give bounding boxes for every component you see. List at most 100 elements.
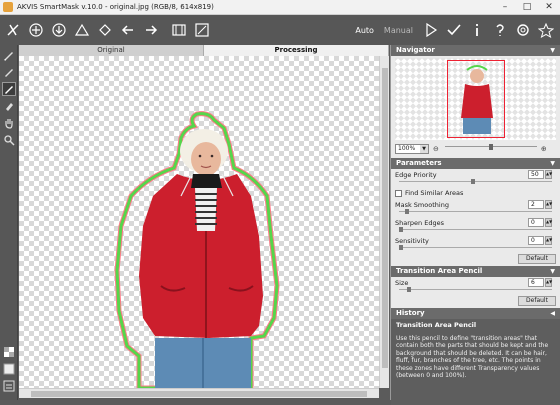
sensitivity-slider[interactable] (399, 245, 552, 252)
parameters-title: Parameters (396, 159, 442, 167)
settings-panel: Navigator ▼ 100% ▼ ⊖ ⊕ Parameters ▼ Edge… (390, 45, 560, 405)
image-canvas[interactable] (19, 56, 379, 388)
apply-button[interactable] (444, 20, 464, 40)
zoom-out-icon[interactable]: ⊖ (433, 145, 439, 153)
vertical-scrollbar[interactable] (379, 56, 389, 388)
undo-button[interactable] (118, 20, 138, 40)
size-stepper[interactable]: ▲▼ (545, 278, 552, 287)
chevron-down-icon[interactable]: ▼ (420, 145, 428, 153)
sensitivity-label: Sensitivity (395, 237, 429, 245)
mask-smoothing-stepper[interactable]: ▲▼ (545, 200, 552, 209)
mask-smoothing-slider-knob[interactable] (405, 209, 409, 214)
tab-original[interactable]: Original (19, 45, 204, 56)
auto-mode-tab[interactable]: Auto (355, 26, 374, 35)
background-button[interactable] (72, 20, 92, 40)
help-text: Use this pencil to define "transition ar… (396, 334, 549, 380)
zoom-slider-knob[interactable] (488, 144, 493, 150)
sensitivity-slider-knob[interactable] (399, 245, 403, 250)
gear-icon[interactable] (513, 20, 533, 40)
transition-pencil-header[interactable]: Transition Area Pencil ▼ (391, 266, 560, 277)
help-title: Transition Area Pencil (396, 321, 477, 329)
sharpen-edges-row: Sharpen Edges 0 ▲▼ (391, 217, 560, 229)
window-title: AKVIS SmartMask v.10.0 - original.jpg (R… (17, 3, 214, 11)
star-icon[interactable] (536, 20, 556, 40)
find-similar-row: Find Similar Areas (391, 187, 560, 199)
zoom-in-icon[interactable]: ⊕ (541, 145, 547, 153)
transition-pencil-title: Transition Area Pencil (396, 267, 483, 275)
sensitivity-input[interactable]: 0 (528, 236, 544, 245)
edge-priority-slider[interactable] (399, 179, 552, 186)
help-panel: Transition Area Pencil Use this pencil t… (391, 319, 560, 405)
keep-pencil-icon[interactable] (2, 48, 16, 62)
run-button[interactable] (421, 20, 441, 40)
sensitivity-stepper[interactable]: ▲▼ (545, 236, 552, 245)
close-button[interactable]: ✕ (538, 0, 560, 15)
size-slider[interactable] (399, 287, 552, 294)
view-tabs: Original Processing (19, 45, 389, 56)
zoom-value: 100% (398, 145, 416, 152)
zoom-icon[interactable] (2, 133, 16, 147)
navigator-view-frame[interactable] (447, 60, 505, 138)
collapse-arrow-icon[interactable]: ◀ (550, 308, 555, 319)
white-background-icon[interactable] (2, 362, 16, 376)
edge-priority-input[interactable]: 50 (528, 170, 544, 179)
sharpen-edges-stepper[interactable]: ▲▼ (545, 218, 552, 227)
size-slider-knob[interactable] (407, 287, 411, 292)
hand-icon[interactable] (2, 116, 16, 130)
tab-processing[interactable]: Processing (204, 45, 389, 56)
share-button[interactable] (95, 20, 115, 40)
vertical-scroll-thumb[interactable] (382, 68, 388, 368)
info-icon[interactable] (467, 20, 487, 40)
minimize-button[interactable]: – (494, 0, 516, 15)
size-row: Size 6 ▲▼ (391, 277, 560, 289)
mask-smoothing-row: Mask Smoothing 2 ▲▼ (391, 199, 560, 211)
edge-priority-slider-knob[interactable] (471, 179, 475, 184)
sharpen-edges-label: Sharpen Edges (395, 219, 444, 227)
zoom-slider[interactable] (444, 144, 537, 152)
horizontal-scrollbar[interactable] (19, 388, 379, 398)
edge-priority-label: Edge Priority (395, 171, 437, 179)
size-input[interactable]: 6 (528, 278, 544, 287)
edge-priority-row: Edge Priority 50 ▲▼ (391, 169, 560, 181)
mask-smoothing-slider[interactable] (399, 209, 552, 216)
edge-priority-stepper[interactable]: ▲▼ (545, 170, 552, 179)
main-toolbar: Auto Manual (0, 15, 560, 45)
size-label: Size (395, 279, 409, 287)
collapse-arrow-icon[interactable]: ▼ (550, 266, 555, 277)
transition-pencil-icon[interactable] (2, 82, 16, 96)
sharpen-edges-slider-knob[interactable] (399, 227, 403, 232)
zoom-row: 100% ▼ ⊖ ⊕ (391, 142, 560, 156)
parameters-header[interactable]: Parameters ▼ (391, 158, 560, 169)
parameters-default-button[interactable]: Default (518, 254, 556, 264)
maximize-button[interactable]: □ (516, 0, 538, 15)
redo-button[interactable] (141, 20, 161, 40)
title-bar: AKVIS SmartMask v.10.0 - original.jpg (R… (0, 0, 560, 15)
save-image-button[interactable] (49, 20, 69, 40)
help-icon[interactable] (490, 20, 510, 40)
frame-icon[interactable] (192, 20, 212, 40)
navigator-preview[interactable] (395, 58, 556, 140)
manual-mode-tab[interactable]: Manual (384, 26, 413, 35)
horizontal-scroll-thumb[interactable] (31, 391, 367, 397)
history-title: History (396, 309, 425, 317)
swap-view-icon[interactable] (2, 379, 16, 393)
sharpen-edges-slider[interactable] (399, 227, 552, 234)
navigator-title: Navigator (396, 46, 435, 54)
smartmask-logo-icon (3, 20, 23, 40)
zoom-select[interactable]: 100% ▼ (395, 144, 429, 154)
find-similar-checkbox[interactable] (395, 189, 402, 197)
film-strip-icon[interactable] (169, 20, 189, 40)
navigator-header[interactable]: Navigator ▼ (391, 45, 560, 56)
masked-person-image (114, 111, 280, 388)
open-image-button[interactable] (26, 20, 46, 40)
checker-background-icon[interactable] (2, 345, 16, 359)
eraser-icon[interactable] (2, 99, 16, 113)
drop-pencil-icon[interactable] (2, 65, 16, 79)
history-header[interactable]: History ◀ (391, 308, 560, 319)
collapse-arrow-icon[interactable]: ▼ (550, 45, 555, 56)
sharpen-edges-input[interactable]: 0 (528, 218, 544, 227)
mask-smoothing-label: Mask Smoothing (395, 201, 449, 209)
transition-default-button[interactable]: Default (518, 296, 556, 306)
collapse-arrow-icon[interactable]: ▼ (550, 158, 555, 169)
mask-smoothing-input[interactable]: 2 (528, 200, 544, 209)
